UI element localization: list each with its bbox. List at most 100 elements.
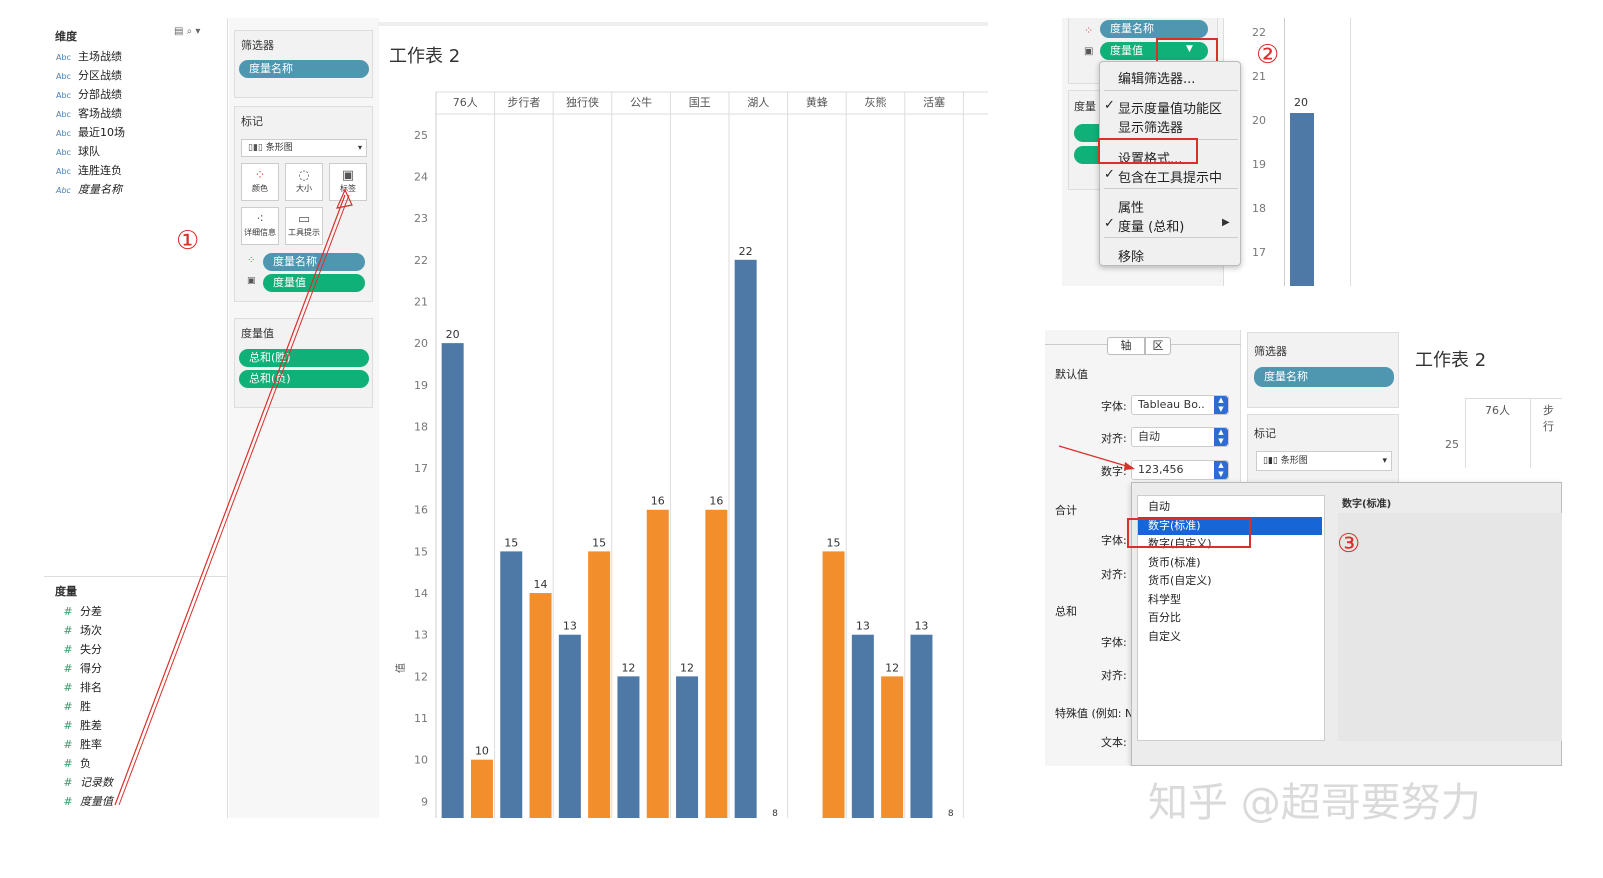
measure-pill-wins[interactable]: 总和(胜) xyxy=(239,349,369,367)
special-values-label: 特殊值 (例如: N xyxy=(1055,707,1134,720)
color-button[interactable]: ⁘ 颜色 xyxy=(241,163,279,201)
submenu-arrow-icon: ▶ xyxy=(1222,217,1230,228)
dimension-field[interactable]: Abc 主场战绩 xyxy=(56,48,122,64)
dimension-field-label: 最近10场 xyxy=(78,126,125,139)
measure-field[interactable]: # 排名 xyxy=(56,679,102,695)
number-format-option[interactable]: 科学型 xyxy=(1138,591,1322,609)
menu-edit-filter[interactable]: 编辑筛选器... xyxy=(1118,68,1195,87)
dimension-field[interactable]: Abc 度量名称 xyxy=(56,181,122,197)
bar-value-label: 13 xyxy=(856,620,870,633)
string-type-icon: Abc xyxy=(56,129,71,138)
dimension-field[interactable]: Abc 客场战绩 xyxy=(56,105,122,121)
dimension-field[interactable]: Abc 球队 xyxy=(56,143,100,159)
measure-field[interactable]: # 场次 xyxy=(56,622,102,638)
mini-col-header: 76人 xyxy=(1485,404,1510,417)
detail-button[interactable]: ⁖ 详细信息 xyxy=(241,207,279,245)
bar xyxy=(705,509,728,818)
filters-title: 筛选器 xyxy=(241,39,274,52)
marks-pill-measure-values[interactable]: 度量值 xyxy=(263,274,365,292)
bar xyxy=(441,343,464,818)
bar-value-label: 12 xyxy=(680,661,694,674)
menu-show-measure-values-card[interactable]: 显示度量值功能区 xyxy=(1118,98,1222,117)
chevron-down-icon: ▾ xyxy=(1382,456,1387,466)
measure-field[interactable]: # 记录数 xyxy=(56,774,113,790)
menu-attribute[interactable]: 属性 xyxy=(1118,197,1144,216)
measure-field-label: 得分 xyxy=(80,662,102,675)
dimension-field[interactable]: Abc 连胜连负 xyxy=(56,162,122,178)
measure-field[interactable]: # 胜率 xyxy=(56,736,102,752)
measure-field-label: 胜率 xyxy=(80,738,102,751)
bar xyxy=(676,676,699,818)
mini-col-divider xyxy=(1530,398,1531,468)
dimension-field-label: 分部战绩 xyxy=(78,88,122,101)
color-dots-icon: ⁘ xyxy=(1084,24,1094,37)
dimension-field-label: 连胜连负 xyxy=(78,164,122,177)
dimension-field[interactable]: Abc 最近10场 xyxy=(56,124,125,140)
menu-show-filter[interactable]: 显示筛选器 xyxy=(1118,117,1183,136)
mini-bar-label: 20 xyxy=(1294,96,1308,109)
pane-toolbar-icons[interactable]: ▤ ⌕ ▾ xyxy=(174,26,200,37)
measure-field[interactable]: # 得分 xyxy=(56,660,102,676)
bar xyxy=(881,676,904,818)
string-type-icon: Abc xyxy=(56,53,71,62)
mark-type-select[interactable]: ▯▮▯ 条形图 ▾ xyxy=(241,139,367,157)
dimension-field[interactable]: Abc 分部战绩 xyxy=(56,86,122,102)
filters-card: 筛选器 度量名称 xyxy=(234,30,373,98)
number-format-option[interactable]: 自定义 xyxy=(1138,628,1322,646)
menu-include-in-tooltip[interactable]: 包含在工具提示中 xyxy=(1118,167,1222,186)
number-format-option[interactable]: 自动 xyxy=(1138,498,1322,516)
measure-pill-losses[interactable]: 总和(负) xyxy=(239,370,369,388)
mini-bar xyxy=(1290,113,1314,286)
filter-pill-measure-names[interactable]: 度量名称 xyxy=(239,60,369,78)
number-type-icon: # xyxy=(63,681,73,694)
total-align-label: 对齐: xyxy=(1101,568,1127,581)
y-tick-label: 19 xyxy=(414,379,428,392)
category-header: 湖人 xyxy=(747,96,769,109)
measure-field[interactable]: # 胜差 xyxy=(56,717,102,733)
tooltip-button[interactable]: ▭ 工具提示 xyxy=(285,207,323,245)
view-top-border xyxy=(378,22,988,26)
bar xyxy=(529,593,552,818)
marks-pill-measure-names[interactable]: 度量名称 xyxy=(263,253,365,271)
measure-field[interactable]: # 失分 xyxy=(56,641,102,657)
watermark: 知乎 @超哥要努力 xyxy=(1148,780,1481,826)
string-type-icon: Abc xyxy=(56,148,71,157)
chevron-down-icon: ▾ xyxy=(357,143,362,152)
label-button[interactable]: ▣ 标签 xyxy=(329,163,367,201)
size-button[interactable]: ◌ 大小 xyxy=(285,163,323,201)
measure-field[interactable]: # 度量值 xyxy=(56,793,113,809)
mini-filter-pill[interactable]: 度量名称 xyxy=(1254,367,1394,387)
measure-field[interactable]: # 分差 xyxy=(56,603,102,619)
menu-measure-sum[interactable]: 度量 (总和) xyxy=(1118,216,1184,235)
dimension-field[interactable]: Abc 分区战绩 xyxy=(56,67,122,83)
measure-field-label: 记录数 xyxy=(80,776,113,789)
bar-chart-icon: ▯▮▯ xyxy=(1263,456,1281,466)
color-button-label: 颜色 xyxy=(252,184,268,193)
menu-remove[interactable]: 移除 xyxy=(1118,246,1144,265)
measure-field-label: 排名 xyxy=(80,681,102,694)
y-tick-label: 23 xyxy=(414,212,428,225)
step-3-marker: ③ xyxy=(1337,529,1361,559)
category-header: 黄蜂 xyxy=(806,95,828,109)
bar-value-label: 13 xyxy=(563,620,577,633)
bar xyxy=(822,551,845,818)
check-icon: ✓ xyxy=(1104,167,1115,182)
measure-field-label: 场次 xyxy=(80,624,102,637)
number-format-option[interactable]: 百分比 xyxy=(1138,609,1322,627)
bar xyxy=(910,634,933,818)
measure-field[interactable]: # 负 xyxy=(56,755,91,771)
number-format-option[interactable]: 货币(标准) xyxy=(1138,554,1322,572)
category-header: 独行侠 xyxy=(566,96,599,109)
measure-field[interactable]: # 胜 xyxy=(56,698,91,714)
y-tick-label: 12 xyxy=(414,670,428,683)
dimensions-header: 维度 xyxy=(55,30,77,43)
category-header: 灰熊 xyxy=(865,95,887,109)
bar-value-label: 15 xyxy=(504,536,518,549)
sum-section-label: 总和 xyxy=(1055,605,1077,618)
number-format-option[interactable]: 货币(自定义) xyxy=(1138,572,1322,590)
mini-mark-type-select[interactable]: ▯▮▯ 条形图 ▾ xyxy=(1256,451,1392,471)
category-header: 活塞 xyxy=(923,95,945,109)
menu-pill-measure-names[interactable]: 度量名称 xyxy=(1100,20,1208,38)
bar xyxy=(646,509,669,818)
bar-value-label: 10 xyxy=(475,745,489,758)
